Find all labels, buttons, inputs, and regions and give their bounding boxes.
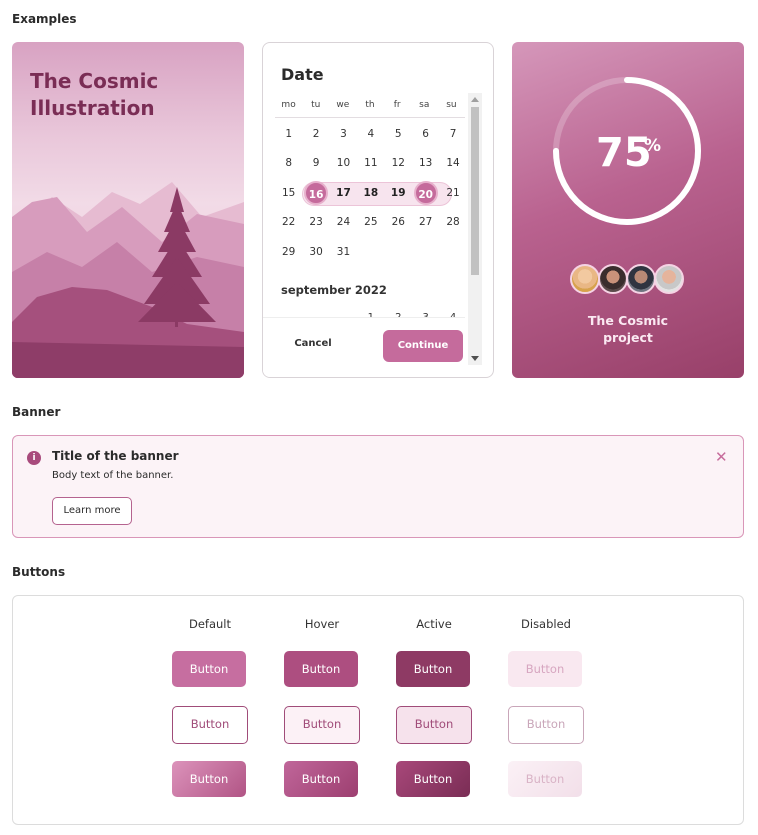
weekday-header: mo tu we th fr sa su (275, 100, 465, 118)
weekday-label: we (336, 100, 350, 110)
calendar-day-range-start[interactable]: 16 (304, 180, 329, 205)
calendar-day[interactable]: 13 (412, 151, 439, 175)
calendar-day[interactable]: 5 (385, 122, 412, 146)
buttons-showcase: Default Hover Active Disabled Button But… (12, 595, 744, 825)
calendar-day-range-end[interactable]: 20 (413, 180, 438, 205)
calendar-day[interactable]: 3 (330, 122, 357, 146)
calendar-scrollbar[interactable] (468, 93, 482, 365)
buttons-heading: Buttons (12, 565, 66, 579)
calendar-day[interactable]: 30 (302, 240, 329, 264)
calendar-day[interactable]: 29 (275, 240, 302, 264)
weekday-label: sa (419, 100, 430, 110)
outline-button-active[interactable]: Button (396, 706, 472, 744)
avatar-group (570, 264, 684, 294)
calendar-week-selected: 15 16 17 18 19 20 21 (275, 178, 467, 208)
calendar-day[interactable]: 25 (357, 210, 384, 234)
calendar-day[interactable]: 31 (330, 240, 357, 264)
date-picker-card: Date mo tu we th fr sa su 1 2 3 4 5 6 7 … (262, 42, 494, 378)
examples-heading: Examples (12, 12, 77, 26)
column-label-hover: Hover (304, 617, 340, 631)
calendar-week: 8 9 10 11 12 13 14 (275, 149, 467, 179)
calendar-day[interactable]: 11 (357, 151, 384, 175)
info-icon: i (27, 451, 41, 465)
outline-button-hover[interactable]: Button (284, 706, 360, 744)
weekday-divider (275, 117, 465, 118)
filled-button-default[interactable]: Button (172, 651, 246, 687)
banner-title: Title of the banner (52, 449, 179, 463)
avatar[interactable] (598, 264, 628, 294)
project-label: The Cosmic project (512, 312, 744, 346)
filled-button-disabled: Button (508, 651, 582, 687)
calendar-day[interactable]: 8 (275, 151, 302, 175)
calendar-day (385, 240, 412, 264)
calendar-day[interactable]: 23 (302, 210, 329, 234)
project-progress-card: 75 % The Cosmic project (512, 42, 744, 378)
weekday-label: su (446, 100, 457, 110)
calendar-day[interactable]: 7 (439, 122, 466, 146)
weekday-label: tu (311, 100, 321, 110)
next-month-label: september 2022 (281, 283, 387, 297)
calendar-day[interactable]: 21 (439, 181, 466, 205)
banner-heading: Banner (12, 405, 61, 419)
calendar-day[interactable]: 26 (385, 210, 412, 234)
close-icon[interactable]: ✕ (715, 450, 728, 465)
column-label-active: Active (416, 617, 452, 631)
calendar-day[interactable]: 28 (439, 210, 466, 234)
calendar-week: 1 2 3 4 5 6 7 (275, 119, 467, 149)
scroll-up-arrow-icon[interactable] (471, 97, 479, 102)
calendar-day[interactable]: 4 (357, 122, 384, 146)
filled-button-active[interactable]: Button (396, 651, 470, 687)
weekday-label: mo (281, 100, 296, 110)
avatar[interactable] (626, 264, 656, 294)
project-label-line1: The Cosmic (587, 313, 669, 328)
calendar-day-in-range[interactable]: 18 (357, 181, 384, 205)
calendar-day-in-range[interactable]: 19 (385, 181, 412, 205)
calendar-grid: 1 2 3 4 5 6 7 8 9 10 11 12 13 14 15 16 1… (275, 119, 467, 267)
column-label-disabled: Disabled (521, 617, 571, 631)
calendar-day[interactable]: 10 (330, 151, 357, 175)
outline-button-default[interactable]: Button (172, 706, 248, 744)
weekday-label: th (365, 100, 375, 110)
gradient-button-disabled: Button (508, 761, 582, 797)
calendar-day[interactable]: 9 (302, 151, 329, 175)
gradient-button-default[interactable]: Button (172, 761, 246, 797)
calendar-day (439, 240, 466, 264)
continue-button[interactable]: Continue (383, 330, 463, 362)
illustration-card: The Cosmic Illustration (12, 42, 244, 378)
info-banner: i Title of the banner Body text of the b… (12, 435, 744, 538)
calendar-day (412, 240, 439, 264)
calendar-day[interactable]: 14 (439, 151, 466, 175)
scroll-thumb[interactable] (471, 107, 479, 275)
gradient-button-active[interactable]: Button (396, 761, 470, 797)
project-label-line2: project (603, 330, 653, 345)
calendar-day[interactable]: 22 (275, 210, 302, 234)
calendar-day[interactable]: 1 (275, 122, 302, 146)
filled-button-hover[interactable]: Button (284, 651, 358, 687)
calendar-day[interactable]: 24 (330, 210, 357, 234)
avatar[interactable] (654, 264, 684, 294)
calendar-day[interactable]: 27 (412, 210, 439, 234)
learn-more-button[interactable]: Learn more (52, 497, 132, 525)
illustration-title: The Cosmic Illustration (30, 69, 159, 120)
calendar-day[interactable]: 6 (412, 122, 439, 146)
calendar-day[interactable]: 15 (275, 181, 302, 205)
avatar[interactable] (570, 264, 600, 294)
scroll-down-arrow-icon[interactable] (471, 356, 479, 361)
date-picker-footer: Cancel Continue (263, 317, 465, 377)
progress-unit: % (644, 136, 662, 156)
column-label-default: Default (188, 617, 232, 631)
calendar-day (357, 240, 384, 264)
weekday-label: fr (393, 100, 401, 110)
calendar-day[interactable]: 2 (302, 122, 329, 146)
calendar-week: 22 23 24 25 26 27 28 (275, 208, 467, 238)
date-picker-title: Date (281, 65, 324, 84)
calendar-day[interactable]: 12 (385, 151, 412, 175)
banner-body: Body text of the banner. (52, 470, 174, 481)
calendar-day-in-range[interactable]: 17 (330, 181, 357, 205)
outline-button-disabled: Button (508, 706, 584, 744)
cancel-button[interactable]: Cancel (283, 338, 343, 349)
calendar-week: 29 30 31 (275, 237, 467, 267)
gradient-button-hover[interactable]: Button (284, 761, 358, 797)
